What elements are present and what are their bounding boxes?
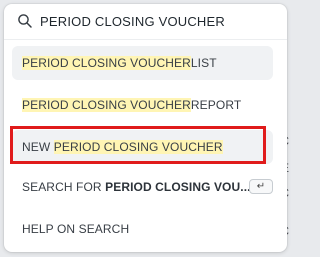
result-help-on-search[interactable]: HELP ON SEARCH [12, 212, 273, 246]
result-prefix: SEARCH FOR [22, 180, 106, 194]
result-label: HELP ON SEARCH [22, 222, 130, 236]
result-report[interactable]: PERIOD CLOSING VOUCHER REPORT [12, 88, 273, 122]
search-term: PERIOD CLOSING VOU... [105, 180, 251, 194]
match-highlight: PERIOD CLOSING VOUCHER [53, 140, 223, 154]
result-suffix: LIST [190, 56, 217, 70]
result-list[interactable]: PERIOD CLOSING VOUCHER LIST [12, 46, 273, 80]
search-icon [17, 13, 33, 29]
divider [4, 39, 287, 40]
result-suffix: REPORT [190, 98, 242, 112]
search-input[interactable] [40, 11, 276, 31]
result-search-for[interactable]: SEARCH FOR PERIOD CLOSING VOU... [12, 170, 273, 204]
awesomebar-dropdown: PERIOD CLOSING VOUCHER LIST PERIOD CLOSI… [4, 4, 287, 252]
enter-key-icon: ↵ [249, 179, 273, 194]
match-highlight: PERIOD CLOSING VOUCHER [22, 98, 191, 112]
match-highlight: PERIOD CLOSING VOUCHER [22, 56, 191, 70]
result-prefix: NEW [22, 140, 54, 154]
result-new[interactable]: NEW PERIOD CLOSING VOUCHER [12, 130, 273, 164]
search-bar [4, 4, 287, 39]
